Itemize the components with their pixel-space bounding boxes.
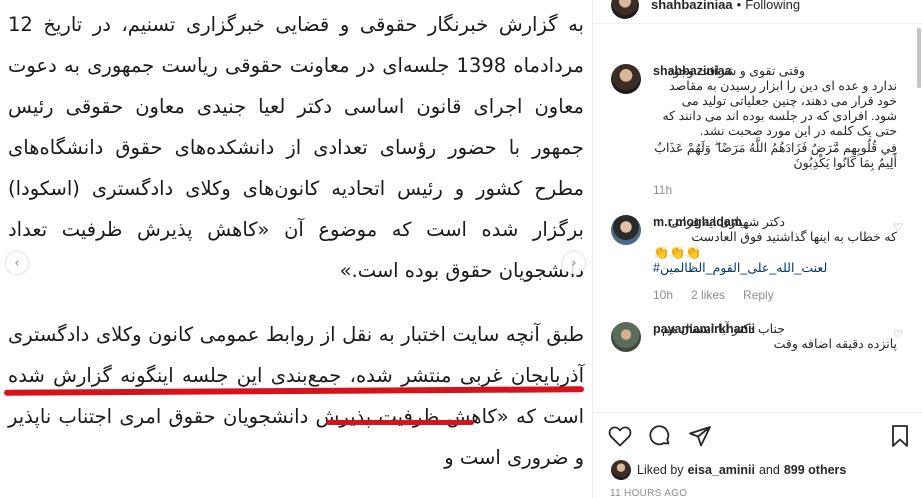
like-heart-icon[interactable]: [607, 423, 633, 449]
liker-avatar[interactable]: [611, 460, 631, 480]
comment-meta: 10h 2 likes Reply: [653, 288, 897, 302]
comment-likes[interactable]: 2 likes: [691, 288, 725, 302]
comments-scrollbar[interactable]: [916, 28, 922, 418]
comment-verse: فِي قُلُوبِهِم مَّرَضٌ فَزَادَهُمُ اللَّ…: [654, 141, 897, 170]
comment-time[interactable]: 11h: [653, 183, 672, 197]
red-underline-line-2: [326, 420, 474, 425]
caption-comment: shahbaziniaa وقتی تقوی و شرافت وجود ندار…: [593, 64, 915, 197]
share-send-icon[interactable]: [687, 423, 713, 449]
post-actions: Liked by eisa_aminii and 899 others: [593, 412, 922, 498]
likes-summary[interactable]: Liked by eisa_aminii and 899 others: [611, 460, 850, 480]
post-header: shahbaziniaa • Following: [593, 0, 922, 24]
carousel-prev-button[interactable]: ‹: [6, 252, 28, 274]
comment-emoji: 👏👏👏: [653, 245, 702, 260]
likes-prefix: Liked by: [637, 463, 684, 477]
comment-item: payamamirkhanii جناب دکتر آیا امسال هم پ…: [593, 322, 915, 352]
comment-meta: 11h: [653, 183, 897, 197]
comment-hashtag[interactable]: #لعنت_الله_علی_القوم_الظالمین: [653, 261, 897, 276]
reply-button[interactable]: Reply: [743, 288, 774, 302]
commenter-avatar[interactable]: [611, 215, 641, 245]
comment-time[interactable]: 10h: [653, 288, 673, 302]
chevron-right-icon: ›: [571, 255, 577, 271]
liker-username[interactable]: eisa_aminii: [688, 463, 755, 477]
following-button[interactable]: Following: [745, 0, 800, 12]
post-image-text: به گزارش خبرنگار حقوقی و قضایی خبرگزاری …: [8, 4, 584, 478]
comment-text: دکتر شهبازی ایه قرانی که خطاب به اینها گ…: [668, 215, 897, 244]
caption-avatar[interactable]: [611, 64, 641, 94]
comment-bubble-icon[interactable]: [647, 423, 673, 449]
like-comment-heart-icon[interactable]: ♡: [893, 221, 903, 234]
post-image[interactable]: به گزارش خبرنگار حقوقی و قضایی خبرگزاری …: [0, 0, 592, 498]
chevron-left-icon: ‹: [14, 255, 20, 271]
likes-others[interactable]: 899 others: [784, 463, 847, 477]
comment-text: جناب دکتر آیا امسال هم پانزده دقیقه اضاف…: [661, 322, 897, 351]
bookmark-icon[interactable]: [887, 423, 913, 449]
comment-text: وقتی تقوی و شرافت وجود ندارد و عده ای دی…: [662, 64, 897, 138]
post-sidebar: shahbaziniaa • Following shahbaziniaa وق…: [592, 0, 922, 498]
post-timestamp[interactable]: 11 HOURS AGO: [610, 488, 687, 498]
image-paragraph-2: طبق آنچه سایت اختبار به نقل از روابط عمو…: [8, 323, 584, 469]
header-separator: •: [736, 0, 742, 12]
author-username[interactable]: shahbaziniaa: [651, 0, 733, 12]
comment-item: m.r.moghadam_ دکتر شهبازی ایه قرانی که خ…: [593, 215, 915, 302]
comments-list: shahbaziniaa وقتی تقوی و شرافت وجود ندار…: [593, 52, 915, 412]
scrollbar-thumb[interactable]: [917, 28, 921, 88]
author-avatar[interactable]: [611, 0, 639, 19]
likes-and: and: [758, 463, 780, 477]
commenter-avatar[interactable]: [611, 322, 641, 352]
carousel-next-button[interactable]: ›: [563, 252, 585, 274]
image-paragraph-1: به گزارش خبرنگار حقوقی و قضایی خبرگزاری …: [8, 13, 584, 282]
like-comment-heart-icon[interactable]: ♡: [893, 328, 903, 341]
action-icons: [607, 423, 713, 449]
